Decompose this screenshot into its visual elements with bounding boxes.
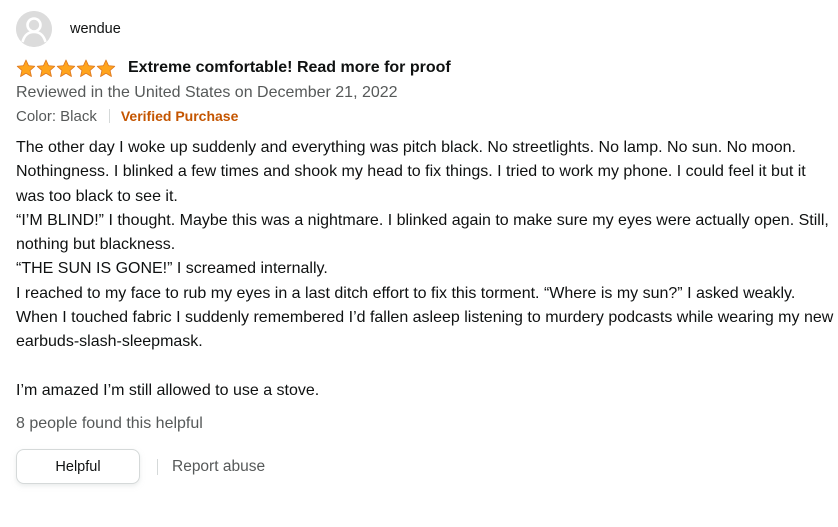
profile-name[interactable]: wendue xyxy=(70,21,121,37)
review-paragraph: I reached to my face to rub my eyes in a… xyxy=(16,284,796,302)
review-paragraph: When I touched fabric I suddenly remembe… xyxy=(16,309,834,351)
title-row: Extreme comfortable! Read more for proof xyxy=(16,57,834,79)
review-title[interactable]: Extreme comfortable! Read more for proof xyxy=(128,59,451,77)
star-icon xyxy=(36,59,56,77)
action-divider xyxy=(157,458,158,475)
helpful-button[interactable]: Helpful xyxy=(16,449,140,485)
star-icon xyxy=(56,59,76,77)
review-body: The other day I woke up suddenly and eve… xyxy=(16,136,834,403)
user-avatar-icon[interactable] xyxy=(16,11,52,47)
review-paragraph: “I’M BLIND!” I thought. Maybe this was a… xyxy=(16,211,829,254)
report-abuse-link[interactable]: Report abuse xyxy=(172,458,265,476)
review-paragraph: “THE SUN IS GONE!” I screamed internally… xyxy=(16,260,328,278)
review-card: wendue Extreme comfortable! Read more fo… xyxy=(16,10,834,485)
review-date: Reviewed in the United States on Decembe… xyxy=(16,84,398,101)
review-paragraph: The other day I woke up suddenly and eve… xyxy=(16,139,806,205)
color-variant[interactable]: Color: Black xyxy=(16,108,97,125)
star-icon xyxy=(16,59,36,77)
star-icon xyxy=(76,59,96,77)
review-paragraph xyxy=(16,355,834,379)
format-divider xyxy=(108,109,110,123)
profile-row: wendue xyxy=(16,10,834,48)
verified-purchase-badge: Verified Purchase xyxy=(120,108,239,124)
review-actions: Helpful Report abuse xyxy=(16,449,834,485)
format-row: Color: Black Verified Purchase xyxy=(16,104,834,128)
review-paragraph: I’m amazed I’m still allowed to use a st… xyxy=(16,381,320,399)
star-rating[interactable] xyxy=(16,59,116,78)
star-icon xyxy=(96,59,116,77)
helpful-count: 8 people found this helpful xyxy=(16,415,203,433)
